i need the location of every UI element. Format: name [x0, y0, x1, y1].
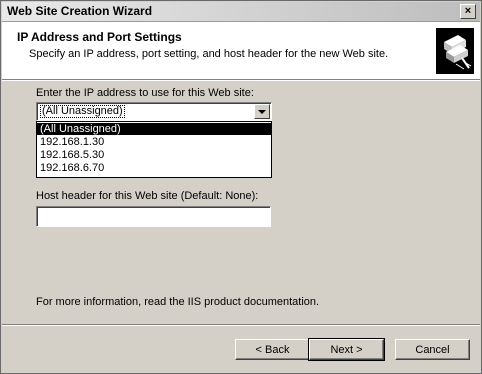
back-button-label: < Back [255, 344, 290, 356]
ip-option-1[interactable]: 192.168.1.30 [37, 136, 271, 148]
wizard-header: IP Address and Port Settings Specify an … [2, 22, 480, 80]
back-button[interactable]: < Back [235, 339, 310, 360]
page-subtitle: Specify an IP address, port setting, and… [29, 48, 389, 60]
cancel-button-label: Cancel [415, 344, 450, 356]
next-button[interactable]: Next > [308, 338, 385, 361]
next-button-label: Next > [330, 344, 363, 356]
ip-option-2[interactable]: 192.168.5.30 [37, 149, 271, 161]
wizard-window: Web Site Creation Wizard × IP Address an… [0, 0, 482, 374]
ip-option-all-unassigned[interactable]: (All Unassigned) [37, 123, 271, 135]
cancel-button[interactable]: Cancel [395, 339, 470, 360]
window-title: Web Site Creation Wizard [7, 4, 153, 18]
title-bar[interactable]: Web Site Creation Wizard × [2, 2, 480, 22]
ip-address-label: Enter the IP address to use for this Web… [36, 87, 254, 99]
ip-address-selected-value: (All Unassigned) [40, 105, 125, 118]
wizard-document-icon [436, 28, 474, 74]
ip-address-select[interactable]: (All Unassigned) [36, 102, 272, 121]
header-divider [2, 80, 480, 81]
ip-option-3[interactable]: 192.168.6.70 [37, 162, 271, 174]
page-title: IP Address and Port Settings [17, 30, 182, 44]
host-header-label: Host header for this Web site (Default: … [36, 190, 259, 202]
chevron-down-icon [258, 110, 266, 114]
ip-address-dropdown-list: (All Unassigned) 192.168.1.30 192.168.5.… [36, 121, 272, 178]
footer-divider-highlight [2, 325, 480, 326]
info-text: For more information, read the IIS produ… [36, 296, 320, 308]
host-header-input[interactable] [36, 206, 271, 227]
close-button[interactable]: × [460, 4, 476, 19]
dropdown-button[interactable] [254, 104, 270, 119]
close-icon: × [464, 5, 472, 17]
